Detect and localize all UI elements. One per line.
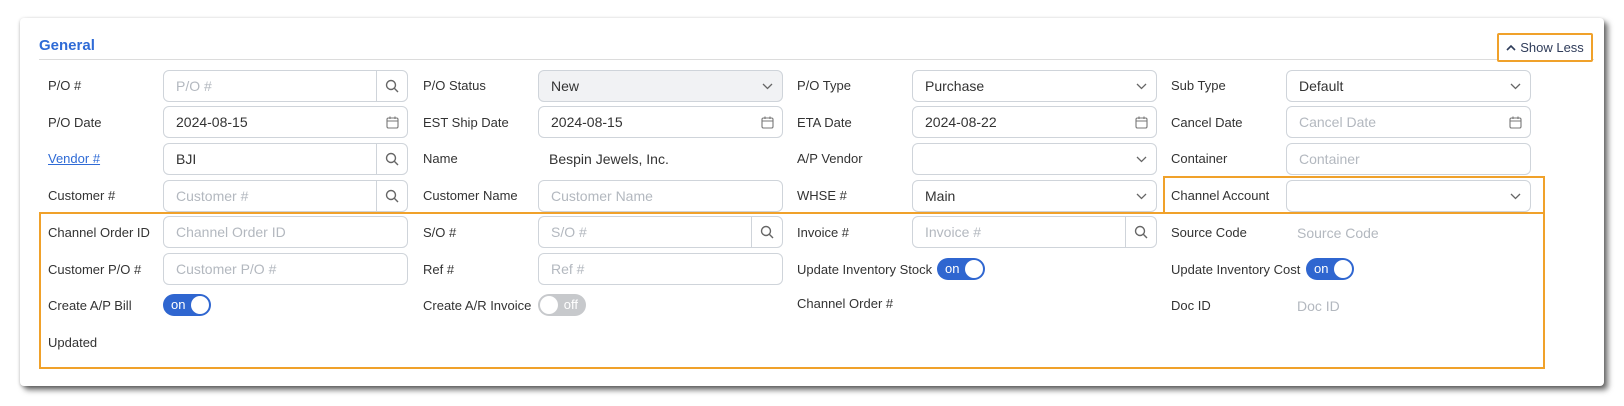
show-less-button[interactable]: Show Less	[1497, 33, 1593, 62]
invoice-num-label: Invoice #	[797, 225, 850, 240]
create-ap-bill-label: Create A/P Bill	[48, 298, 132, 313]
search-icon[interactable]	[751, 217, 782, 247]
vendor-num-input[interactable]: BJI	[163, 143, 408, 175]
est-ship-date-input[interactable]: 2024-08-15	[538, 106, 783, 138]
ap-vendor-label: A/P Vendor	[797, 151, 863, 166]
so-num-label: S/O #	[423, 225, 457, 240]
chevron-down-icon	[1126, 181, 1156, 211]
po-date-input[interactable]: 2024-08-15	[163, 106, 408, 138]
po-status-label: P/O Status	[423, 78, 486, 93]
ref-num-label: Ref #	[423, 262, 455, 277]
chevron-down-icon	[752, 71, 782, 101]
search-icon[interactable]	[1125, 217, 1156, 247]
eta-date-label: ETA Date	[797, 115, 852, 130]
source-code-placeholder: Source Code	[1297, 225, 1379, 241]
customer-name-input[interactable]: Customer Name	[538, 180, 783, 212]
ap-vendor-select[interactable]	[912, 143, 1157, 175]
customer-po-input[interactable]: Customer P/O #	[163, 253, 408, 285]
update-inventory-cost-label: Update Inventory Cost	[1171, 262, 1301, 277]
updated-label: Updated	[48, 335, 98, 350]
create-ar-invoice-toggle[interactable]: off	[538, 294, 586, 316]
channel-account-select[interactable]	[1286, 180, 1531, 212]
channel-order-num-label: Channel Order #	[797, 296, 894, 311]
ref-num-input[interactable]: Ref #	[538, 253, 783, 285]
container-label: Container	[1171, 151, 1228, 166]
vendor-name-value: Bespin Jewels, Inc.	[549, 151, 669, 167]
search-icon[interactable]	[376, 144, 407, 174]
section-divider	[39, 59, 1594, 60]
sub-type-label: Sub Type	[1171, 78, 1226, 93]
update-inventory-cost-toggle[interactable]: on	[1306, 258, 1354, 280]
channel-order-id-label: Channel Order ID	[48, 225, 150, 240]
calendar-icon[interactable]	[752, 107, 782, 137]
chevron-down-icon	[1500, 181, 1530, 211]
show-less-label: Show Less	[1520, 40, 1584, 55]
update-inventory-stock-label: Update Inventory Stock	[797, 262, 933, 277]
whse-num-select[interactable]: Main	[912, 180, 1157, 212]
section-title: General	[39, 37, 95, 54]
po-type-select[interactable]: Purchase	[912, 70, 1157, 102]
name-label: Name	[423, 151, 458, 166]
est-ship-date-label: EST Ship Date	[423, 115, 509, 130]
customer-num-label: Customer #	[48, 188, 116, 203]
customer-num-input[interactable]: Customer #	[163, 180, 408, 212]
cancel-date-input[interactable]: Cancel Date	[1286, 106, 1531, 138]
invoice-num-input[interactable]: Invoice #	[912, 216, 1157, 248]
update-inventory-stock-toggle[interactable]: on	[937, 258, 985, 280]
sub-type-select[interactable]: Default	[1286, 70, 1531, 102]
calendar-icon[interactable]	[1500, 107, 1530, 137]
create-ar-invoice-label: Create A/R Invoice	[423, 298, 532, 313]
po-num-input[interactable]: P/O #	[163, 70, 408, 102]
doc-id-label: Doc ID	[1171, 298, 1211, 313]
chevron-down-icon	[1500, 71, 1530, 101]
container-input[interactable]: Container	[1286, 143, 1531, 175]
so-num-input[interactable]: S/O #	[538, 216, 783, 248]
vendor-num-link[interactable]: Vendor #	[48, 151, 100, 166]
po-type-label: P/O Type	[797, 78, 851, 93]
create-ap-bill-toggle[interactable]: on	[163, 294, 211, 316]
source-code-label: Source Code	[1171, 225, 1247, 240]
customer-name-label: Customer Name	[423, 188, 518, 203]
po-num-label: P/O #	[48, 78, 82, 93]
calendar-icon[interactable]	[1126, 107, 1156, 137]
doc-id-placeholder: Doc ID	[1297, 298, 1340, 314]
chevron-up-icon	[1506, 40, 1516, 54]
po-status-select[interactable]: New	[538, 70, 783, 102]
customer-po-label: Customer P/O #	[48, 262, 142, 277]
eta-date-input[interactable]: 2024-08-22	[912, 106, 1157, 138]
chevron-down-icon	[1126, 144, 1156, 174]
whse-num-label: WHSE #	[797, 188, 847, 203]
po-date-label: P/O Date	[48, 115, 102, 130]
channel-order-id-input[interactable]: Channel Order ID	[163, 216, 408, 248]
search-icon[interactable]	[376, 71, 407, 101]
search-icon[interactable]	[376, 181, 407, 211]
calendar-icon[interactable]	[377, 107, 407, 137]
channel-account-label: Channel Account	[1171, 188, 1270, 203]
chevron-down-icon	[1126, 71, 1156, 101]
cancel-date-label: Cancel Date	[1171, 115, 1243, 130]
